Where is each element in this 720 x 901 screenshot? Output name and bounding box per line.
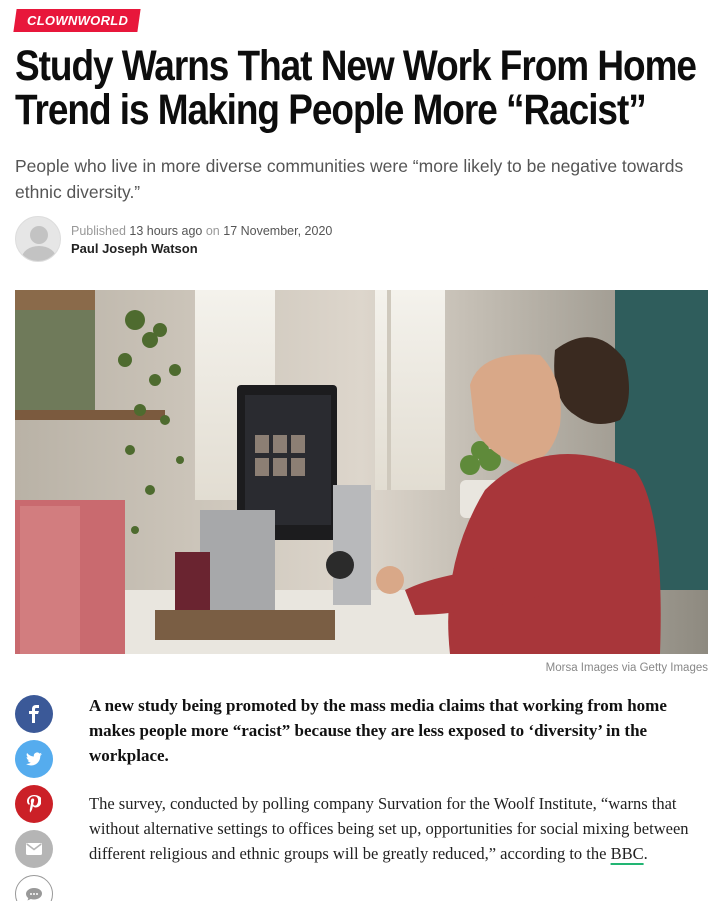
byline: Published 13 hours ago on 17 November, 2… [15, 216, 415, 264]
published-on-label: on [205, 224, 220, 238]
article-headline: Study Warns That New Work From Home Tren… [15, 44, 703, 132]
category-label: CLOWNWORLD [27, 13, 129, 28]
facebook-share-button[interactable] [15, 695, 53, 733]
image-caption: Morsa Images via Getty Images [545, 662, 708, 674]
twitter-share-button[interactable] [15, 740, 53, 778]
pinterest-share-button[interactable] [15, 785, 53, 823]
paragraph-text: The survey, conducted by polling company… [89, 794, 689, 863]
author-avatar-icon[interactable] [15, 216, 61, 262]
article-subtitle: People who live in more diverse communit… [15, 156, 684, 202]
pinterest-icon [27, 795, 41, 813]
comment-icon [26, 888, 42, 901]
comment-share-button[interactable] [15, 875, 53, 901]
headline-line-2: Trend is Making People More “Racist” [15, 86, 647, 134]
headline-line-1: Study Warns That New Work From Home [15, 42, 697, 90]
category-badge[interactable]: CLOWNWORLD [13, 9, 141, 32]
email-share-button[interactable] [15, 830, 53, 868]
article-body: A new study being promoted by the mass m… [89, 693, 709, 866]
email-icon [26, 843, 42, 855]
published-ago: 13 hours ago [129, 224, 203, 238]
published-info: Published 13 hours ago on 17 November, 2… [71, 224, 332, 238]
hero-illustration [15, 290, 708, 654]
hero-image [15, 290, 708, 654]
published-date: 17 November, 2020 [223, 224, 333, 238]
twitter-icon [26, 752, 42, 766]
facebook-icon [29, 705, 39, 723]
paragraph-end: . [643, 844, 648, 863]
article-paragraph: The survey, conducted by polling company… [89, 791, 709, 866]
article-lead: A new study being promoted by the mass m… [89, 696, 667, 765]
bbc-link[interactable]: BBC [611, 844, 644, 863]
author-name[interactable]: Paul Joseph Watson [71, 241, 198, 256]
published-label: Published [71, 224, 126, 238]
